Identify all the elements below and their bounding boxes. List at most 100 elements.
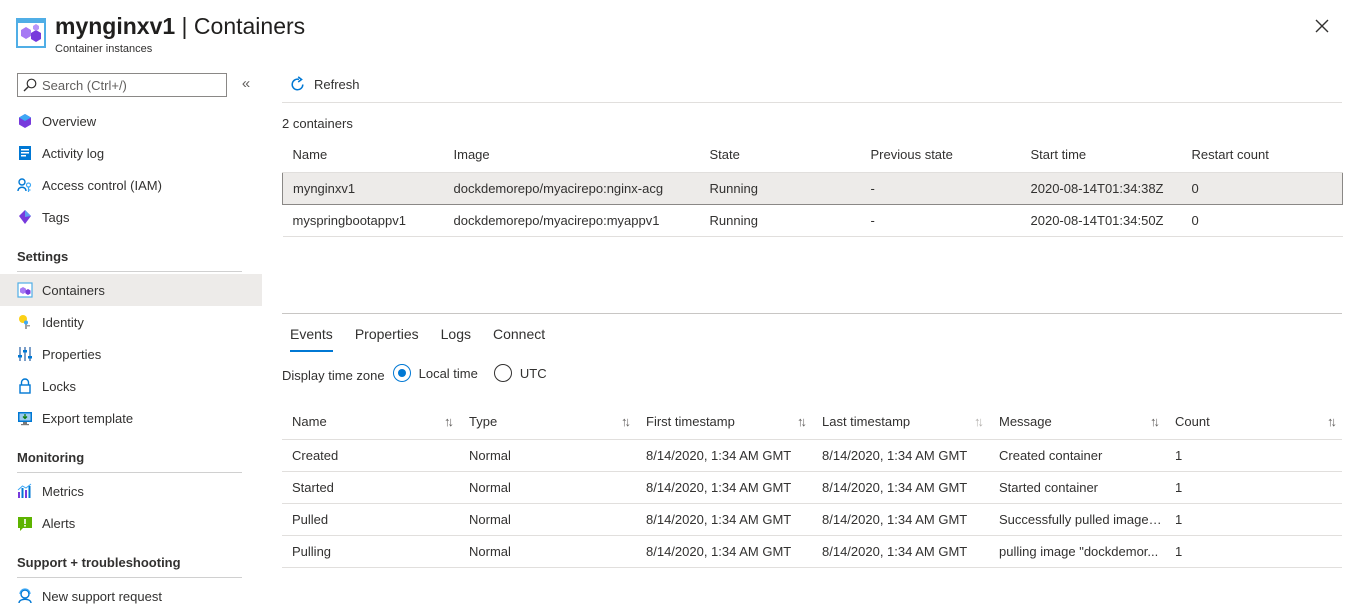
- sidebar-item-label: Properties: [42, 346, 102, 362]
- column-header-restart-count: Restart count: [1181, 138, 1343, 173]
- tab-properties[interactable]: Properties: [355, 324, 419, 352]
- table-row[interactable]: Created Normal 8/14/2020, 1:34 AM GMT 8/…: [282, 439, 1342, 472]
- containers-icon: [17, 282, 33, 298]
- table-row[interactable]: Pulled Normal 8/14/2020, 1:34 AM GMT 8/1…: [282, 503, 1342, 536]
- sidebar-item-tags[interactable]: Tags: [0, 201, 262, 233]
- sidebar-item-activity-log[interactable]: Activity log: [0, 137, 262, 169]
- sidebar-item-identity[interactable]: Identity: [0, 306, 262, 338]
- container-start-time: 2020-08-14T01:34:38Z: [1020, 171, 1182, 205]
- sidebar-item-properties[interactable]: Properties: [0, 338, 262, 370]
- sort-icon[interactable]: ↑↓: [1327, 414, 1337, 429]
- container-image: dockdemorepo/myacirepo:myappv1: [443, 204, 700, 237]
- container-count: 2 containers: [282, 116, 353, 131]
- section-divider: [17, 577, 242, 578]
- refresh-label: Refresh: [314, 77, 360, 92]
- column-header-message[interactable]: Message ↑↓: [989, 405, 1165, 440]
- sidebar-item-label: Locks: [42, 378, 76, 394]
- event-count: 1: [1165, 535, 1342, 568]
- table-row[interactable]: myspringbootappv1 dockdemorepo/myacirepo…: [282, 204, 1343, 237]
- table-header-row: Name ↑↓ Type ↑↓ First timestamp ↑↓ Last tim…: [282, 405, 1342, 440]
- tag-icon: [17, 209, 33, 225]
- close-icon: [1315, 19, 1329, 33]
- tab-connect[interactable]: Connect: [493, 324, 545, 352]
- event-count: 1: [1165, 471, 1342, 504]
- table-header-row: Name Image State Previous state Start ti…: [282, 138, 1343, 173]
- timezone-selector: Display time zone Local time UTC: [282, 361, 563, 385]
- search-icon: [22, 77, 38, 93]
- radio-button-checked[interactable]: [392, 364, 411, 382]
- column-header-count[interactable]: Count ↑↓: [1165, 405, 1342, 440]
- container-restart-count: 0: [1181, 171, 1343, 205]
- resource-name: mynginxv1: [55, 13, 176, 39]
- refresh-icon: [291, 76, 304, 91]
- tab-logs[interactable]: Logs: [441, 324, 471, 352]
- details-divider: [282, 313, 1342, 314]
- container-state: Running: [699, 171, 861, 205]
- sort-icon[interactable]: ↑↓: [1150, 414, 1160, 429]
- title-separator: |: [175, 13, 194, 39]
- event-first-timestamp: 8/14/2020, 1:34 AM GMT: [636, 471, 812, 504]
- column-header-label: Name: [292, 414, 327, 430]
- sidebar-item-overview[interactable]: Overview: [0, 105, 262, 137]
- sidebar-item-label: Overview: [42, 113, 97, 129]
- lock-icon: [17, 378, 33, 394]
- container-previous-state: -: [860, 204, 1021, 237]
- search-input[interactable]: [42, 77, 222, 93]
- column-header-name[interactable]: Name ↑↓: [282, 405, 459, 440]
- column-header-first-timestamp[interactable]: First timestamp ↑↓: [636, 405, 812, 440]
- sort-icon[interactable]: ↑↓: [444, 414, 454, 429]
- table-row[interactable]: Pulling Normal 8/14/2020, 1:34 AM GMT 8/…: [282, 535, 1342, 568]
- column-header-state: State: [699, 138, 861, 173]
- alerts-icon: [17, 515, 33, 531]
- container-previous-state: -: [860, 171, 1021, 205]
- properties-icon: [17, 346, 33, 362]
- details-tabs: Events Properties Logs Connect: [282, 324, 559, 354]
- refresh-button[interactable]: Refresh: [289, 76, 360, 93]
- tab-events[interactable]: Events: [290, 324, 333, 352]
- sidebar-item-label: Export template: [42, 410, 134, 426]
- column-header-label: Count: [1175, 414, 1210, 430]
- container-state: Running: [699, 204, 861, 237]
- sort-icon[interactable]: ↑↓: [797, 414, 807, 429]
- table-row[interactable]: mynginxv1 dockdemorepo/myacirepo:nginx-a…: [282, 171, 1343, 205]
- sidebar-item-label: Activity log: [42, 145, 105, 161]
- column-header-last-timestamp[interactable]: Last timestamp ↑↓: [812, 405, 989, 440]
- event-type: Normal: [459, 439, 636, 472]
- sidebar-item-locks[interactable]: Locks: [0, 370, 262, 402]
- event-count: 1: [1165, 439, 1342, 472]
- radio-local-time[interactable]: Local time: [392, 364, 478, 382]
- blade-name: Containers: [193, 13, 306, 39]
- event-message: Successfully pulled image "...: [989, 503, 1165, 536]
- sidebar-item-label: Tags: [42, 209, 70, 225]
- page-title: mynginxv1 | Containers: [55, 13, 305, 40]
- sidebar-item-export-template[interactable]: Export template: [0, 402, 262, 434]
- main-content: Refresh 2 containers Name Image State Pr…: [282, 72, 1343, 610]
- column-header-label: First timestamp: [646, 414, 735, 430]
- sidebar-item-label: Access control (IAM): [42, 177, 162, 193]
- sidebar-item-alerts[interactable]: Alerts: [0, 507, 262, 539]
- column-header-image: Image: [443, 138, 700, 173]
- containers-table: Name Image State Previous state Start ti…: [282, 138, 1343, 237]
- event-count: 1: [1165, 503, 1342, 536]
- sidebar-item-metrics[interactable]: Metrics: [0, 475, 262, 507]
- collapse-menu-button[interactable]: «: [238, 75, 254, 93]
- column-header-type[interactable]: Type ↑↓: [459, 405, 636, 440]
- sidebar-item-containers[interactable]: Containers: [0, 274, 262, 306]
- close-button[interactable]: [1310, 14, 1334, 38]
- sidebar-item-label: Containers: [42, 282, 105, 298]
- search-box[interactable]: [17, 73, 227, 97]
- sidebar-item-new-support-request[interactable]: New support request: [0, 580, 262, 610]
- column-header-name: Name: [282, 138, 444, 173]
- event-name: Pulled: [282, 503, 459, 536]
- table-row[interactable]: Started Normal 8/14/2020, 1:34 AM GMT 8/…: [282, 471, 1342, 504]
- radio-utc[interactable]: UTC: [493, 364, 547, 382]
- section-heading-support: Support + troubleshooting: [17, 555, 181, 570]
- radio-button[interactable]: [493, 364, 512, 382]
- sort-icon[interactable]: ↑↓: [974, 414, 984, 429]
- timezone-label: Display time zone: [282, 367, 385, 383]
- sidebar-item-access-control[interactable]: Access control (IAM): [0, 169, 262, 201]
- sort-icon[interactable]: ↑↓: [621, 414, 631, 429]
- container-image: dockdemorepo/myacirepo:nginx-acg: [443, 171, 700, 205]
- event-last-timestamp: 8/14/2020, 1:34 AM GMT: [812, 503, 989, 536]
- event-message: Started container: [989, 471, 1165, 504]
